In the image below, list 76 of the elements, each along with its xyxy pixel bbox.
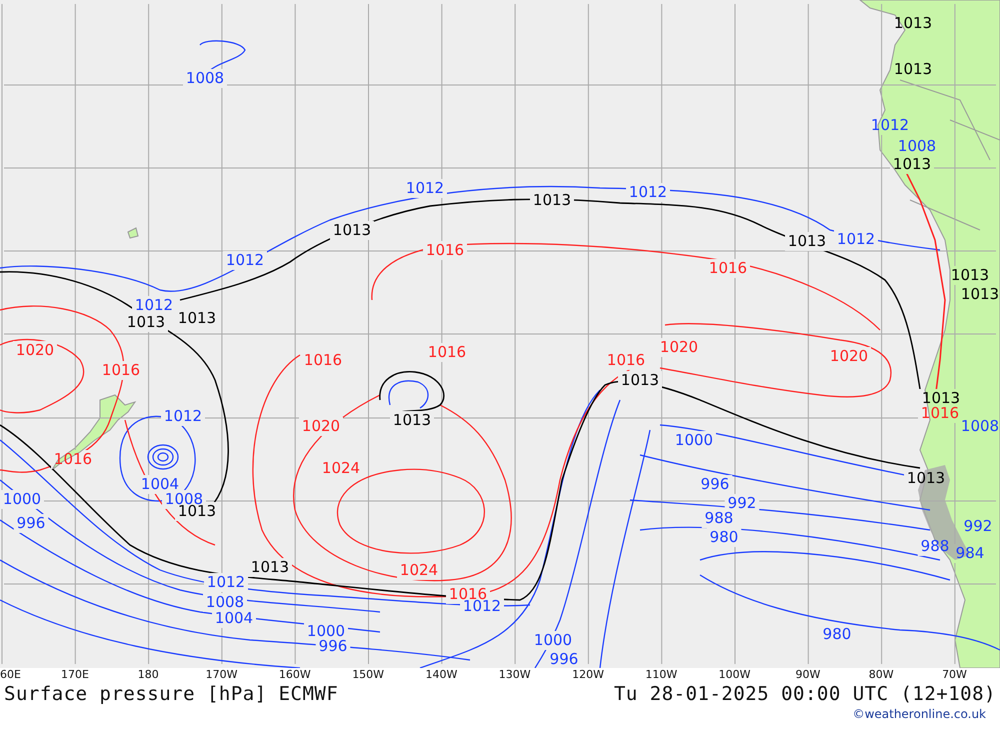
isobar-label: 1000 [2, 490, 42, 508]
isobar-label: 1012 [836, 230, 876, 248]
isobar-label: 1016 [54, 450, 92, 468]
isobar-label: 1013 [126, 313, 166, 331]
longitude-label: 150W [351, 668, 386, 682]
isobar-label: 992 [728, 494, 756, 512]
isobar-label: 992 [964, 517, 992, 535]
longitude-label: 180 [136, 668, 160, 682]
isobar-label: 988 [920, 537, 950, 555]
credit-text: ©weatheronline.co.uk [852, 707, 986, 721]
longitude-label: 60E [0, 668, 22, 682]
longitude-label: 170W [204, 668, 238, 682]
longitude-label: 100W [718, 668, 752, 682]
isobar-label: 996 [700, 475, 730, 493]
isobar-label: 1012 [406, 179, 444, 197]
longitude-label: 160W [278, 668, 312, 682]
isobar-label: 1016 [102, 361, 140, 379]
isobar-label: 1024 [400, 561, 438, 579]
isobar-label: 1000 [674, 431, 714, 449]
longitude-label: 90W [794, 668, 822, 682]
isobar-label: 1013 [178, 309, 216, 327]
isobar-label: 996 [16, 514, 46, 532]
longitude-label: 110W [644, 668, 678, 682]
longitude-label: 70W [941, 668, 968, 682]
isobar-label: 980 [822, 625, 852, 643]
longitude-label: 130W [498, 668, 532, 682]
isobar-label: 1013 [392, 411, 432, 429]
isobar-label: 988 [704, 509, 734, 527]
isobar-label: 1013 [894, 60, 932, 78]
isobar-label: 1016 [606, 351, 646, 369]
isobar-label: 1024 [322, 459, 360, 477]
isobar-label: 1016 [428, 343, 466, 361]
isobar-label: 984 [956, 544, 984, 562]
isobar-label: 1008 [960, 417, 1000, 435]
isobar-label: 1013 [922, 389, 960, 407]
isobar-label: 1012 [628, 183, 668, 201]
isobar-label: 1020 [16, 341, 54, 359]
isobar-label: 1012 [164, 407, 202, 425]
isobar-label: 1012 [226, 251, 264, 269]
isobar-label: 1013 [892, 155, 932, 173]
isobar-label: 1008 [206, 593, 244, 611]
isobar-label: 1012 [134, 296, 174, 314]
isobar-label: 1008 [186, 69, 224, 87]
isobar-label: 1020 [302, 417, 340, 435]
isobar-label: 996 [550, 650, 578, 668]
isobar-label: 1013 [250, 558, 290, 576]
isobar-label: 1013 [950, 266, 990, 284]
longitude-label: 80W [868, 668, 895, 682]
isobar-label: 1000 [534, 631, 572, 649]
valid-time: Tu 28-01-2025 00:00 UTC (12+108) [614, 683, 996, 705]
isobar-label: 1020 [660, 338, 698, 356]
isobar-label: 1013 [960, 285, 1000, 303]
isobar-label: 1013 [906, 469, 946, 487]
isobar-label: 1016 [304, 351, 342, 369]
chart-title: Surface pressure [hPa] ECMWF [4, 683, 338, 705]
isobar-label: 1020 [830, 347, 868, 365]
isobar-label: 1004 [140, 475, 180, 493]
isobar-label: 1013 [788, 232, 826, 250]
longitude-label: 140W [424, 668, 458, 682]
isobar-label: 1013 [332, 221, 372, 239]
isobar-label: 1012 [206, 573, 246, 591]
isobar-label: 1016 [708, 259, 748, 277]
isobar-label: 1016 [426, 241, 464, 259]
longitude-label: 170E [60, 668, 90, 682]
isobar-label: 980 [710, 528, 738, 546]
isobar-label: 1016 [920, 404, 960, 422]
isobar-label: 1008 [898, 137, 936, 155]
isobar-label: 1004 [214, 609, 254, 627]
isobar-label: 1013 [532, 191, 572, 209]
isobar-label: 1013 [620, 371, 660, 389]
island-drawing [127, 227, 139, 239]
longitude-label: 120W [571, 668, 605, 682]
isobar-label: 1013 [894, 14, 932, 32]
isobar-label: 1012 [870, 116, 910, 134]
isobar-label: 996 [318, 637, 348, 655]
isobar-label: 1000 [306, 622, 346, 640]
